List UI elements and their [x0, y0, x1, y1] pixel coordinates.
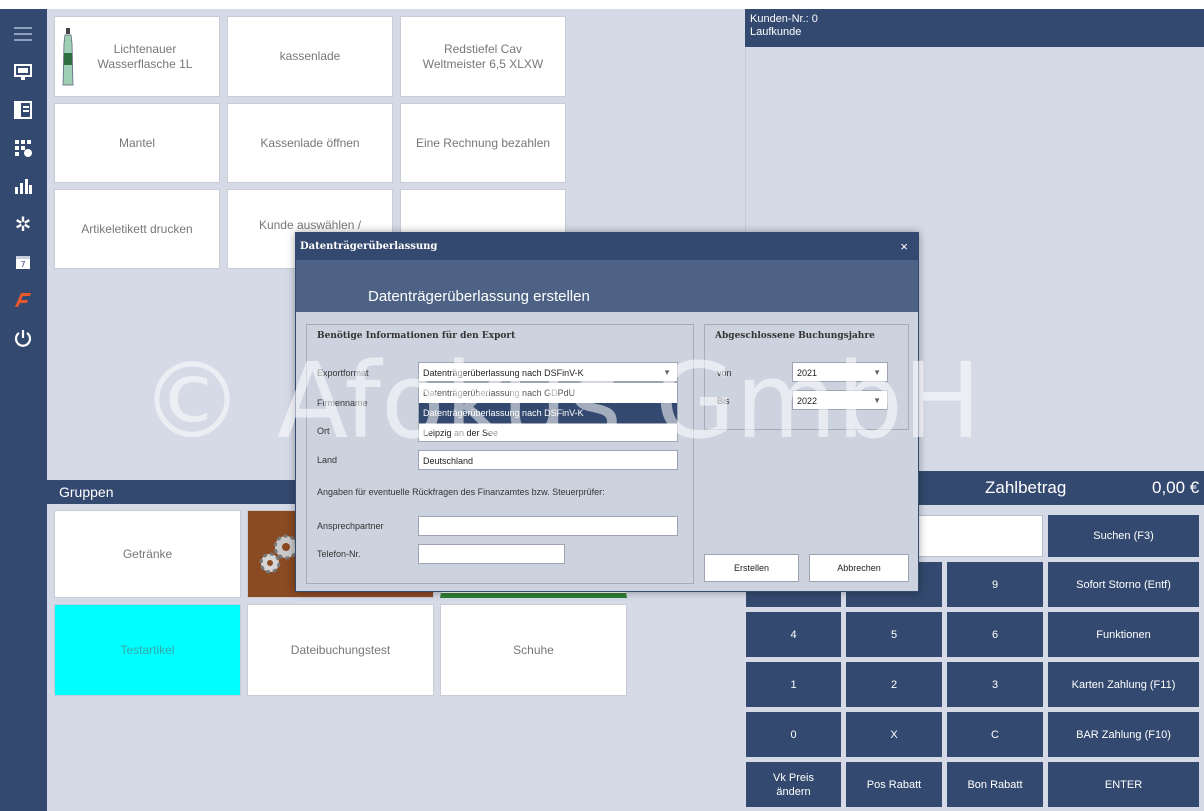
chevron-down-icon: ▼ — [873, 368, 881, 377]
calendar-icon[interactable]: 7 — [8, 247, 38, 277]
group-tile-testartikel[interactable]: Testartikel — [54, 604, 241, 696]
key-6[interactable]: 6 — [947, 612, 1043, 657]
dropdown-option-selected[interactable]: Datenträgerüberlassung nach DSFinV-K — [419, 403, 677, 423]
telefon-label: Telefon-Nr. — [317, 549, 361, 559]
vk-preis-button[interactable]: Vk Preis ändern — [746, 762, 841, 807]
top-strip — [0, 0, 1204, 9]
enter-button[interactable]: ENTER — [1048, 762, 1199, 807]
abbrechen-button[interactable]: Abbrechen — [809, 554, 909, 582]
ansprechpartner-label: Ansprechpartner — [317, 521, 384, 531]
tile-label: Eine Rechnung bezahlen — [415, 135, 551, 150]
von-value: 2021 — [797, 368, 818, 378]
tile-label: Kunde auswählen / — [258, 218, 362, 232]
dialog-header: Datenträgerüberlassung erstellen — [296, 260, 918, 312]
tile-label: kassenlade — [279, 49, 341, 63]
bottle-icon — [62, 27, 74, 85]
menu-icon[interactable] — [8, 19, 38, 49]
article-tile-redstiefel[interactable]: Redstiefel Cav Weltmeister 6,5 XLXW — [400, 16, 566, 97]
telefon-field[interactable] — [418, 544, 565, 564]
key-3[interactable]: 3 — [947, 662, 1043, 707]
key-5[interactable]: 5 — [846, 612, 942, 657]
gear-icon[interactable]: ✲ — [8, 209, 38, 239]
customer-header: Kunden-Nr.: 0 Laufkunde — [745, 9, 1204, 47]
group-tile-schuhe[interactable]: Schuhe — [440, 604, 627, 696]
zahlbetrag-amount: 0,00 € — [1152, 478, 1200, 497]
key-c[interactable]: C — [947, 712, 1043, 757]
tile-label: Getränke — [122, 546, 173, 561]
tile-artikeletikett-drucken[interactable]: Artikeletikett drucken — [54, 189, 220, 269]
erstellen-button[interactable]: Erstellen — [704, 554, 799, 582]
format-value: Datenträgerüberlassung nach DSFinV-K — [423, 368, 584, 378]
tile-label: Lichtenauer Wasserflasche 1L — [97, 41, 193, 71]
tile-label: Mantel — [118, 135, 156, 150]
suchen-button[interactable]: Suchen (F3) — [1048, 515, 1199, 557]
tile-label: Testartikel — [120, 642, 175, 657]
key-x[interactable]: X — [846, 712, 942, 757]
article-tile-kassenlade[interactable]: kassenlade — [227, 16, 393, 97]
format-select[interactable]: Datenträgerüberlassung nach DSFinV-K ▼ — [418, 362, 678, 382]
bar-zahlung-button[interactable]: BAR Zahlung (F10) — [1048, 712, 1199, 757]
dialog-title: Datenträgerüberlassung — [296, 233, 918, 260]
grid-settings-icon[interactable] — [8, 133, 38, 163]
von-label: von — [717, 368, 732, 378]
dialog-subtitle: Datenträgerüberlassung erstellen — [368, 288, 590, 305]
land-field[interactable]: Deutschland — [418, 450, 678, 470]
key-4[interactable]: 4 — [746, 612, 841, 657]
land-label: Land — [317, 455, 338, 465]
search-input[interactable] — [917, 515, 1043, 557]
layout-icon[interactable] — [8, 95, 38, 125]
bis-value: 2022 — [797, 396, 818, 406]
ort-label: Ort — [317, 426, 330, 436]
sidebar: ✲ 7 — [0, 9, 47, 811]
bon-rabatt-button[interactable]: Bon Rabatt — [947, 762, 1043, 807]
logo-icon[interactable] — [8, 285, 38, 315]
format-label: Exportformat — [317, 368, 369, 378]
article-tile-wasserflasche[interactable]: Lichtenauer Wasserflasche 1L — [54, 16, 220, 97]
key-1[interactable]: 1 — [746, 662, 841, 707]
years-legend: Abgeschlossene Buchungsjahre — [715, 331, 875, 341]
hint-text: Angaben für eventuelle Rückfragen des Fi… — [317, 487, 605, 497]
chevron-down-icon: ▼ — [873, 396, 881, 405]
chevron-down-icon: ▼ — [663, 368, 671, 377]
bis-select[interactable]: 2022 ▼ — [792, 390, 888, 410]
pos-rabatt-button[interactable]: Pos Rabatt — [846, 762, 942, 807]
format-dropdown-list: Datenträgerüberlassung nach GDPdU Datent… — [418, 382, 678, 424]
years-fieldset: Abgeschlossene Buchungsjahre von 2021 ▼ … — [704, 324, 909, 430]
close-icon[interactable]: × — [900, 233, 908, 260]
article-tile-mantel[interactable]: Mantel — [54, 103, 220, 183]
tile-label: Kassenlade öffnen — [260, 135, 360, 150]
key-2[interactable]: 2 — [846, 662, 942, 707]
export-dialog: Datenträgerüberlassung × Datenträgerüber… — [295, 232, 919, 592]
tile-label: Schuhe — [513, 642, 554, 657]
tile-label: Dateibuchungstest — [290, 642, 391, 657]
karten-zahlung-button[interactable]: Karten Zahlung (F11) — [1048, 662, 1199, 707]
customer-number: Kunden-Nr.: 0 — [750, 13, 818, 25]
funktionen-button[interactable]: Funktionen — [1048, 612, 1199, 657]
ansprechpartner-field[interactable] — [418, 516, 678, 536]
tile-rechnung-bezahlen[interactable]: Eine Rechnung bezahlen — [400, 103, 566, 183]
dropdown-option[interactable]: Datenträgerüberlassung nach GDPdU — [419, 383, 677, 403]
firma-label: Firmenname — [317, 398, 368, 408]
sofort-storno-button[interactable]: Sofort Storno (Entf) — [1048, 562, 1199, 607]
gruppen-header: Gruppen — [47, 480, 297, 504]
export-fieldset: Benötige Informationen für den Export Ex… — [306, 324, 694, 584]
von-select[interactable]: 2021 ▼ — [792, 362, 888, 382]
key-9[interactable]: 9 — [947, 562, 1043, 607]
svg-text:7: 7 — [20, 260, 25, 269]
monitor-icon[interactable] — [8, 57, 38, 87]
group-tile-dateibuchungstest[interactable]: Dateibuchungstest — [247, 604, 434, 696]
bis-label: Bis — [717, 396, 730, 406]
ort-field[interactable]: Leipzig an der See — [418, 422, 678, 442]
power-icon[interactable] — [8, 323, 38, 353]
zahlbetrag-label: Zahlbetrag — [985, 478, 1067, 497]
tile-label: Artikeletikett drucken — [81, 221, 193, 236]
export-legend: Benötige Informationen für den Export — [317, 331, 516, 341]
key-0[interactable]: 0 — [746, 712, 841, 757]
bar-chart-icon[interactable] — [8, 171, 38, 201]
tile-kassenlade-oeffnen[interactable]: Kassenlade öffnen — [227, 103, 393, 183]
customer-name: Laufkunde — [750, 26, 802, 38]
tile-label: Redstiefel Cav Weltmeister 6,5 XLXW — [422, 41, 544, 71]
zahlbetrag-bar: Zahlbetrag 0,00 € — [917, 471, 1204, 505]
group-tile-getraenke[interactable]: Getränke — [54, 510, 241, 598]
